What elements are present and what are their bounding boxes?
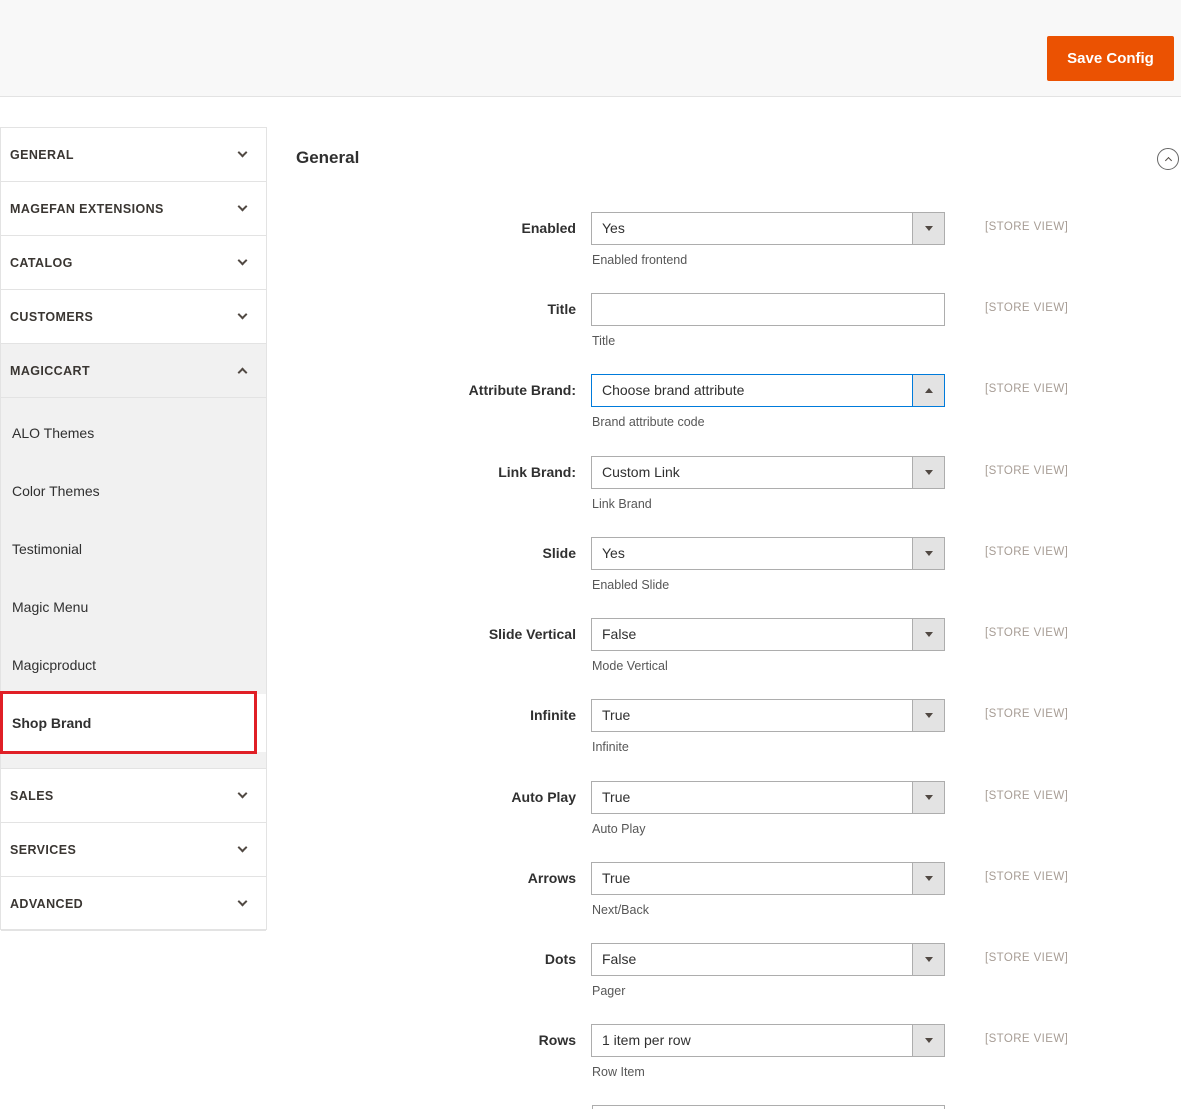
triangle-down-icon (924, 876, 933, 881)
field-label: Slide (542, 545, 576, 561)
field-label: Slide Vertical (488, 626, 576, 642)
scope-label: [STORE VIEW] (985, 952, 1069, 964)
triangle-down-icon (924, 1038, 933, 1043)
field-hint: Auto Play (592, 822, 646, 836)
form-row-dots: Dots False Pager [STORE VIEW] (0, 943, 1181, 1013)
scope-label: [STORE VIEW] (985, 302, 1069, 314)
select-value: True (602, 870, 631, 886)
select-value: 1 item per row (602, 1032, 691, 1048)
field-attribute-brand-select[interactable]: Choose brand attribute (591, 374, 945, 407)
field-link-brand-select[interactable]: Custom Link (591, 456, 945, 489)
dropdown-arrow-down-button[interactable] (912, 213, 944, 244)
scope-label: [STORE VIEW] (985, 708, 1069, 720)
dropdown-arrow-down-button[interactable] (912, 944, 944, 975)
field-hint: Row Item (592, 1065, 645, 1079)
dropdown-arrow-down-button[interactable] (912, 700, 944, 731)
scope-label: [STORE VIEW] (985, 627, 1069, 639)
field-arrows-select[interactable]: True (591, 862, 945, 895)
field-hint: Infinite (592, 740, 629, 754)
field-label: Arrows (527, 870, 576, 886)
field-label: Infinite (530, 707, 576, 723)
field-title-input[interactable] (591, 293, 945, 326)
form-row-enabled: Enabled Yes Enabled frontend [STORE VIEW] (0, 212, 1181, 282)
scope-label: [STORE VIEW] (985, 871, 1069, 883)
form-row-rows: Rows 1 item per row Row Item [STORE VIEW] (0, 1024, 1181, 1094)
dropdown-arrow-up-button[interactable] (912, 375, 944, 406)
select-value: Yes (602, 545, 625, 561)
field-hint: Title (592, 334, 616, 348)
config-page: Save Config GENERAL MAGEFAN EXTENSIONS CAT… (0, 0, 1181, 1109)
form-row-attribute-brand: Attribute Brand: Choose brand attribute Br… (0, 374, 1181, 444)
scope-label: [STORE VIEW] (985, 546, 1069, 558)
scope-label: [STORE VIEW] (985, 383, 1069, 395)
sidebar-section-label: GENERAL (10, 147, 74, 162)
form-row-link-brand: Link Brand: Custom Link Link Brand [STORE V… (0, 456, 1181, 526)
sidebar-section-general[interactable]: GENERAL (1, 128, 266, 182)
scope-label: [STORE VIEW] (985, 221, 1069, 233)
form-row-slide-vertical: Slide Vertical False Mode Vertical [STORE V… (0, 618, 1181, 688)
field-dots-select[interactable]: False (591, 943, 945, 976)
save-config-button[interactable]: Save Config (1047, 36, 1174, 81)
scope-label: [STORE VIEW] (985, 465, 1069, 477)
select-value: Yes (602, 220, 625, 236)
form-row-infinite: Infinite True Infinite [STORE VIEW] (0, 699, 1181, 769)
scope-label: [STORE VIEW] (985, 790, 1069, 802)
triangle-down-icon (924, 713, 933, 718)
page-header-bar: Save Config (0, 0, 1181, 97)
select-value: False (602, 626, 637, 642)
form-row-arrows: Arrows True Next/Back [STORE VIEW] (0, 862, 1181, 932)
field-hint: Pager (592, 984, 626, 998)
field-auto-play-select[interactable]: True (591, 781, 945, 814)
chevron-up-icon (1164, 156, 1172, 164)
select-value: Custom Link (602, 464, 680, 480)
field-label: Rows (538, 1032, 576, 1048)
form-row-auto-play: Auto Play True Auto Play [STORE VIEW] (0, 781, 1181, 851)
field-hint: Next/Back (592, 903, 649, 917)
next-field-partial[interactable] (592, 1105, 945, 1109)
triangle-down-icon (924, 470, 933, 475)
field-hint: Enabled frontend (592, 253, 688, 267)
chevron-down-icon (237, 201, 248, 212)
dropdown-arrow-down-button[interactable] (912, 863, 944, 894)
chevron-down-icon (237, 147, 248, 158)
dropdown-arrow-down-button[interactable] (912, 1025, 944, 1056)
field-infinite-select[interactable]: True (591, 699, 945, 732)
triangle-down-icon (924, 551, 933, 556)
field-slide-select[interactable]: Yes (591, 537, 945, 570)
field-label: Link Brand: (498, 464, 576, 480)
form-row-slide: Slide Yes Enabled Slide [STORE VIEW] (0, 537, 1181, 607)
triangle-down-icon (924, 795, 933, 800)
field-rows-select[interactable]: 1 item per row (591, 1024, 945, 1057)
field-slide-vertical-select[interactable]: False (591, 618, 945, 651)
field-label: Auto Play (511, 789, 576, 805)
field-label: Title (547, 301, 576, 317)
form-row-title: Title Title [STORE VIEW] (0, 293, 1181, 363)
triangle-up-icon (924, 388, 933, 393)
select-value: Choose brand attribute (602, 382, 745, 398)
field-hint: Mode Vertical (592, 659, 668, 673)
field-label: Enabled (521, 220, 576, 236)
field-hint: Enabled Slide (592, 578, 670, 592)
select-value: True (602, 707, 631, 723)
select-value: False (602, 951, 637, 967)
scope-label: [STORE VIEW] (985, 1033, 1069, 1045)
section-collapse-button[interactable] (1157, 148, 1179, 170)
triangle-down-icon (924, 226, 933, 231)
triangle-down-icon (924, 632, 933, 637)
field-hint: Brand attribute code (592, 415, 705, 429)
dropdown-arrow-down-button[interactable] (912, 538, 944, 569)
dropdown-arrow-down-button[interactable] (912, 457, 944, 488)
select-value: True (602, 789, 631, 805)
field-label: Attribute Brand: (468, 382, 576, 398)
field-label: Dots (544, 951, 576, 967)
dropdown-arrow-down-button[interactable] (912, 619, 944, 650)
section-title: General (296, 148, 360, 167)
triangle-down-icon (924, 957, 933, 962)
field-hint: Link Brand (592, 497, 652, 511)
dropdown-arrow-down-button[interactable] (912, 782, 944, 813)
field-enabled-select[interactable]: Yes (591, 212, 945, 245)
